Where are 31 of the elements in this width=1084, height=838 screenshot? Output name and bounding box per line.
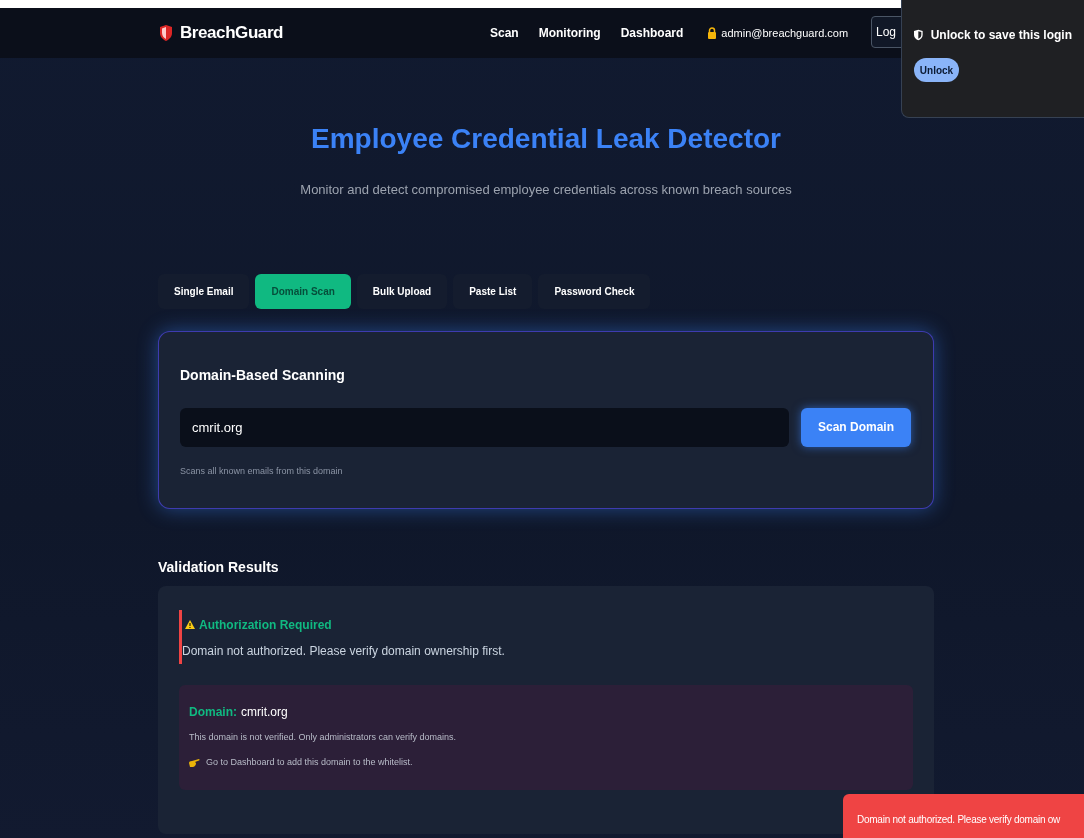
- scan-domain-button[interactable]: Scan Domain: [801, 407, 911, 447]
- lock-icon: [707, 27, 718, 39]
- tab[interactable]: Paste List: [453, 273, 533, 309]
- toast-message: Domain not authorized. Please verify domain ow: [857, 813, 1061, 827]
- page-title: Employee Credential Leak Detector: [310, 122, 782, 156]
- brand-name[interactable]: BreachGuard: [180, 20, 284, 46]
- tip-text: Go to Dashboard to add this domain to the whitelist.: [206, 756, 413, 769]
- nav-link[interactable]: Monitoring: [538, 24, 601, 42]
- card-title: Domain-Based Scanning: [180, 365, 346, 385]
- domain-input[interactable]: cmrit.org: [180, 407, 789, 447]
- field-hint: Scans all known emails from this domain: [180, 464, 344, 478]
- section-heading: Validation Results: [158, 557, 280, 577]
- domain-value: cmrit.org: [241, 703, 288, 721]
- alert-message: Domain not authorized. Please verify domain ownership first.: [182, 642, 506, 660]
- nav-link[interactable]: Scan: [490, 24, 519, 42]
- page-subtitle: Monitor and detect compromised employee credentials across known breach sources: [299, 181, 793, 199]
- pointing-hand-icon: [189, 758, 200, 768]
- alert-title: Authorization Required: [199, 616, 332, 634]
- tab[interactable]: Domain Scan: [255, 273, 351, 309]
- tab[interactable]: Bulk Upload: [356, 273, 448, 309]
- shield-icon: [160, 25, 172, 41]
- tab[interactable]: Password Check: [538, 273, 651, 309]
- warning-icon: [185, 620, 195, 629]
- tab[interactable]: Single Email: [158, 273, 250, 309]
- user-email: admin@breachguard.com: [721, 25, 849, 41]
- info-text: This domain is not verified. Only administrators can verify domains.: [189, 730, 458, 744]
- unlock-button[interactable]: Unlock: [914, 58, 959, 82]
- nav-link[interactable]: Dashboard: [620, 24, 684, 42]
- domain-label: Domain:: [189, 703, 237, 721]
- popup-title: Unlock to save this login: [930, 27, 1072, 44]
- shield-icon: [914, 27, 923, 43]
